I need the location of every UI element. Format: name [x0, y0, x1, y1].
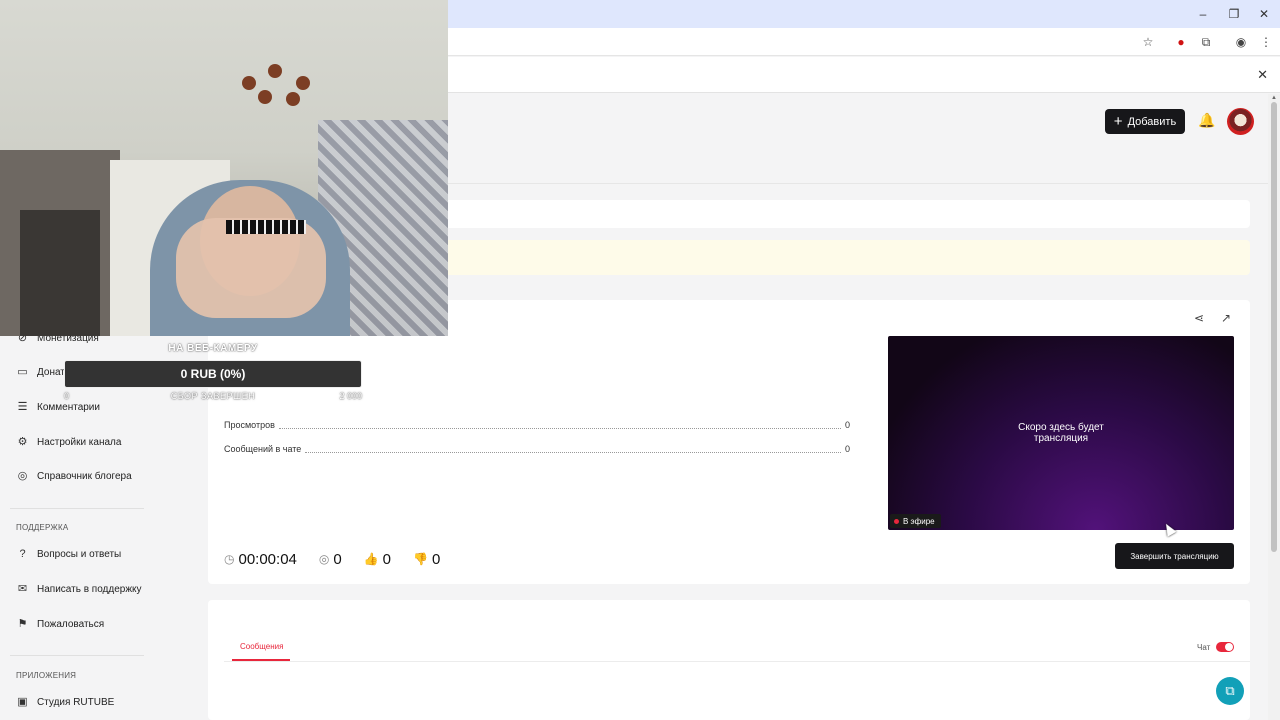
- donation-footer: 0 СБОР ЗАВЕРШЕН 2 000: [64, 391, 362, 403]
- help-chat-button[interactable]: ⧉: [1216, 677, 1244, 705]
- stat-label: Просмотров: [224, 420, 275, 430]
- flag-icon: ⚑: [17, 617, 28, 630]
- share-icon[interactable]: ⋖: [1194, 311, 1204, 325]
- sidebar-item-label: Настройки канала: [37, 436, 122, 448]
- book-icon: ◎: [17, 469, 28, 482]
- sidebar-item-label: Комментарии: [37, 401, 100, 413]
- wallet-icon: ▭: [17, 365, 28, 378]
- webcam-pixel-glasses: [226, 220, 306, 234]
- stream-metrics: ◷ 00:00:04 ◎ 0 👍 0 👎 0: [224, 550, 462, 568]
- stream-preview-player[interactable]: Скоро здесь будет трансляция В эфире: [888, 336, 1234, 530]
- thumbs-down-icon: 👎: [413, 552, 428, 566]
- scroll-up-icon[interactable]: ▲: [1271, 95, 1277, 101]
- stat-chat-messages: Сообщений в чате 0: [224, 442, 850, 456]
- sidebar-item-contact-support[interactable]: ✉ Написать в поддержку: [16, 580, 142, 598]
- sidebar-divider: [10, 655, 144, 656]
- sidebar-item-label: Вопросы и ответы: [37, 548, 122, 560]
- donation-goal-title: НА ВЕБ-КАМЕРУ: [168, 343, 258, 354]
- player-text-line2: трансляция: [1033, 433, 1089, 444]
- sidebar-section-apps: ПРИЛОЖЕНИЯ: [16, 671, 77, 680]
- sidebar-item-label: Студия RUTUBE: [37, 696, 115, 708]
- plus-icon: +: [1113, 113, 1123, 130]
- player-placeholder-text: Скоро здесь будет трансляция: [888, 422, 1234, 444]
- chat-card: Сообщения Чат: [208, 600, 1250, 720]
- bookmark-star-icon[interactable]: ☆: [1140, 34, 1156, 50]
- dislikes-metric: 👎 0: [413, 551, 440, 568]
- end-stream-button[interactable]: Завершить трансляцию: [1115, 543, 1234, 569]
- dislikes-value: 0: [431, 550, 441, 568]
- clock-icon: ◷: [224, 552, 235, 566]
- sidebar-item-label: Пожаловаться: [37, 618, 105, 630]
- sidebar-item-label: Написать в поддержку: [37, 583, 142, 595]
- donation-amount: 0 RUB (0%): [180, 367, 246, 381]
- user-avatar[interactable]: [1227, 108, 1254, 135]
- page-scrollbar[interactable]: ▲: [1268, 94, 1280, 720]
- scroll-thumb[interactable]: [1271, 102, 1277, 552]
- open-external-icon[interactable]: ↗: [1221, 311, 1231, 325]
- close-window-button[interactable]: ✕: [1255, 5, 1273, 23]
- live-badge: В эфире: [890, 514, 941, 528]
- sidebar-item-faq[interactable]: ? Вопросы и ответы: [16, 545, 121, 563]
- chat-divider: [224, 661, 1250, 662]
- thumbs-up-icon: 👍: [363, 552, 379, 566]
- browser-menu-icon[interactable]: ⋮: [1258, 34, 1274, 50]
- stat-dots: [305, 451, 841, 453]
- settings-icon: ⚙: [17, 435, 28, 448]
- profile-icon[interactable]: ◉: [1233, 34, 1249, 50]
- live-dot-icon: [894, 518, 899, 524]
- sidebar-item-label: Донат: [37, 366, 65, 378]
- infobar-close-icon[interactable]: ✕: [1257, 67, 1268, 83]
- likes-metric: 👍 0: [364, 551, 391, 568]
- webcam-door: [20, 210, 100, 336]
- opera-extension-icon[interactable]: ●: [1173, 34, 1189, 50]
- donation-status: СБОР ЗАВЕРШЕН: [170, 391, 256, 401]
- player-text-line1: Скоро здесь будет: [1018, 422, 1104, 433]
- likes-value: 0: [382, 550, 391, 568]
- live-badge-label: В эфире: [903, 516, 935, 526]
- minimize-button[interactable]: –: [1194, 5, 1212, 23]
- viewers-value: 0: [333, 550, 342, 568]
- sidebar-divider: [10, 508, 144, 509]
- maximize-button[interactable]: ❐: [1225, 5, 1243, 23]
- stat-value: 0: [844, 420, 850, 430]
- sidebar-item-studio[interactable]: ▣ Студия RUTUBE: [16, 693, 114, 711]
- donation-progress-bar: 0 RUB (0%): [64, 360, 362, 388]
- chat-bubble-icon: ⧉: [1225, 683, 1235, 698]
- mail-icon: ✉: [17, 582, 28, 595]
- sidebar-item-report[interactable]: ⚑ Пожаловаться: [16, 615, 105, 633]
- add-button[interactable]: + Добавить: [1105, 109, 1185, 134]
- stat-label: Сообщений в чате: [224, 444, 302, 454]
- sidebar-item-blogger-guide[interactable]: ◎ Справочник блогера: [16, 467, 132, 485]
- stream-card: ⋖ ↗ Просмотров 0 Сообщений в чате 0 Скор…: [208, 300, 1250, 584]
- donation-goal: 2 000: [339, 391, 362, 401]
- viewers-metric: ◎ 0: [319, 551, 342, 568]
- studio-icon: ▣: [17, 695, 28, 708]
- webcam-lamp: [238, 58, 324, 112]
- webcam-overlay: [0, 0, 448, 336]
- tab-messages[interactable]: Сообщения: [240, 642, 283, 651]
- stat-dots: [278, 427, 841, 429]
- sidebar-section-support: ПОДДЕРЖКА: [16, 523, 69, 532]
- duration-metric: ◷ 00:00:04: [224, 551, 297, 568]
- stat-value: 0: [844, 444, 850, 454]
- sidebar-item-donate[interactable]: ▭ Донат: [16, 363, 65, 381]
- extensions-icon[interactable]: ⧉: [1198, 34, 1214, 50]
- comments-icon: ☰: [17, 400, 28, 413]
- stat-views: Просмотров 0: [224, 418, 850, 432]
- help-icon: ?: [19, 547, 26, 560]
- sidebar-item-channel-settings[interactable]: ⚙ Настройки канала: [16, 433, 122, 451]
- duration-value: 00:00:04: [238, 550, 297, 568]
- chat-toggle-label: Чат: [1197, 643, 1211, 652]
- notifications-bell-icon[interactable]: 🔔: [1198, 112, 1215, 129]
- add-button-label: Добавить: [1127, 115, 1177, 128]
- chat-toggle[interactable]: [1216, 642, 1234, 652]
- viewer-icon: ◎: [318, 552, 330, 566]
- sidebar-item-label: Справочник блогера: [37, 470, 132, 482]
